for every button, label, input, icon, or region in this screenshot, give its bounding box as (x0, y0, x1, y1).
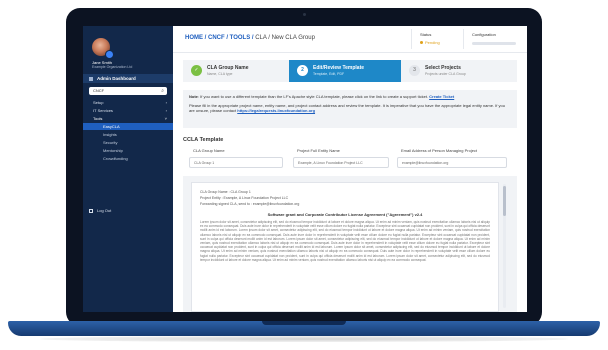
sidebar-item-label: Setup (93, 100, 104, 105)
logout-label: Log Out (97, 208, 112, 213)
sidebar-item-it-services[interactable]: IT Services › (83, 107, 173, 114)
section-title: CCLA Template (183, 137, 224, 143)
sidebar-item-crowdfunding[interactable]: Crowdfunding (83, 155, 173, 162)
configuration-label: Configuration (472, 32, 496, 37)
webcam (303, 13, 306, 16)
step-cla-group-name[interactable]: ✓ CLA Group Name Name, CLA type (183, 60, 289, 82)
template-heading: Software grant and Corporate Contributor… (267, 212, 423, 217)
sidebar-item-easycla[interactable]: EasyCLA (83, 123, 173, 130)
sidebar-item-label: Crowdfunding (103, 156, 128, 161)
step-title: CLA Group Name (207, 65, 249, 71)
chevron-down-icon: ˅ (164, 116, 167, 121)
sidebar-item-label: Security (103, 140, 118, 145)
breadcrumb-path[interactable]: HOME / CNCF / TOOLS / (185, 35, 254, 41)
email-label: Email Address of Person Managing Project (401, 148, 478, 153)
template-preview-panel: CLA Group Name : CLA Group 1 Project Ent… (183, 176, 517, 312)
scrollbar-thumb[interactable] (503, 186, 506, 216)
configuration-progress-bar (472, 42, 516, 45)
note-paragraph-1: Note: If you want to use a different tem… (189, 94, 511, 100)
logout-button[interactable]: Log Out (83, 207, 173, 214)
create-ticket-link[interactable]: Create Ticket (429, 94, 454, 99)
status-badge: Pending (420, 40, 440, 45)
breadcrumb-current: CLA / New CLA Group (255, 35, 315, 41)
avatar-badge-icon (105, 50, 114, 59)
search-input[interactable]: CNCF ⌕ (89, 87, 167, 95)
entity-name-label: Project Full Entity Name (297, 148, 340, 153)
app-screen: Jane Smith Example Organization Ltd Admi… (83, 26, 527, 312)
note-text-1: : If you want to use a different templat… (197, 94, 429, 99)
step-select-projects[interactable]: 3 Select Projects Projects under CLA Gro… (401, 60, 517, 82)
template-body: Lorem ipsum dolor sit amet, consectetur … (200, 220, 490, 262)
configuration-panel: Configuration (463, 29, 524, 49)
step-number: 3 (409, 65, 420, 76)
step-subtitle: Name, CLA type (207, 72, 233, 76)
status-panel: Status Pending (411, 29, 462, 49)
chevron-right-icon: › (165, 108, 167, 113)
sidebar-item-security[interactable]: Security (83, 139, 173, 146)
search-icon[interactable]: ⌕ (161, 88, 164, 94)
pending-dot-icon (420, 41, 423, 45)
sidebar-header-label: Admin Dashboard (97, 76, 136, 81)
stepper: ✓ CLA Group Name Name, CLA type 2 Edit/R… (183, 60, 517, 82)
logout-icon (89, 208, 93, 213)
laptop-shadow (40, 336, 568, 342)
cla-group-name-label: CLA Group Name (193, 148, 225, 153)
sidebar-item-insights[interactable]: Insights (83, 131, 173, 138)
user-org: Example Organization Ltd (92, 65, 133, 69)
status-label: Status (420, 32, 432, 37)
sidebar-header[interactable]: Admin Dashboard (83, 74, 173, 83)
laptop-notch (262, 321, 346, 325)
step-subtitle: Template, Edit, PDF (313, 72, 345, 76)
chevron-right-icon: › (165, 100, 167, 105)
step-number: 2 (297, 65, 308, 76)
template-forward-line: Forwarding signed CLA, send to : example… (200, 202, 300, 206)
sidebar: Jane Smith Example Organization Ltd Admi… (83, 26, 173, 312)
grid-icon (89, 76, 93, 81)
step-subtitle: Projects under CLA Group (425, 72, 466, 76)
step-title: Edit/Review Template (313, 65, 365, 71)
legal-requests-link[interactable]: https://legalrequests.linuxfoundation.or… (237, 108, 315, 113)
sidebar-item-mentorship[interactable]: Mentorship (83, 147, 173, 154)
search-value: CNCF (93, 88, 105, 93)
step-title: Select Projects (425, 65, 461, 71)
breadcrumb[interactable]: HOME / CNCF / TOOLS / CLA / New CLA Grou… (185, 35, 315, 41)
status-value: Pending (425, 40, 440, 45)
template-document[interactable]: CLA Group Name : CLA Group 1 Project Ent… (191, 182, 499, 312)
sidebar-item-label: Tools (93, 116, 103, 121)
email-field[interactable]: example@linuxfoundation.org (397, 157, 507, 168)
sidebar-item-label: Mentorship (103, 148, 123, 153)
note-box: Note: If you want to use a different tem… (183, 90, 517, 128)
sidebar-item-label: IT Services (93, 108, 113, 113)
sidebar-item-label: EasyCLA (103, 124, 120, 129)
top-header: HOME / CNCF / TOOLS / CLA / New CLA Grou… (173, 26, 527, 53)
entity-name-field[interactable]: Example, A Linux Foundation Project LLC (293, 157, 389, 168)
note-label: Note (189, 94, 198, 99)
check-icon: ✓ (191, 65, 202, 76)
sidebar-item-label: Insights (103, 132, 117, 137)
cla-group-name-field[interactable]: CLA Group 1 (189, 157, 283, 168)
sidebar-item-setup[interactable]: Setup › (83, 99, 173, 106)
template-scrollbar[interactable] (503, 184, 506, 308)
step-edit-review-template[interactable]: 2 Edit/Review Template Template, Edit, P… (289, 60, 401, 82)
note-paragraph-2: Please fill in the appropriate project n… (189, 103, 511, 114)
sidebar-item-tools[interactable]: Tools ˅ (83, 115, 173, 122)
